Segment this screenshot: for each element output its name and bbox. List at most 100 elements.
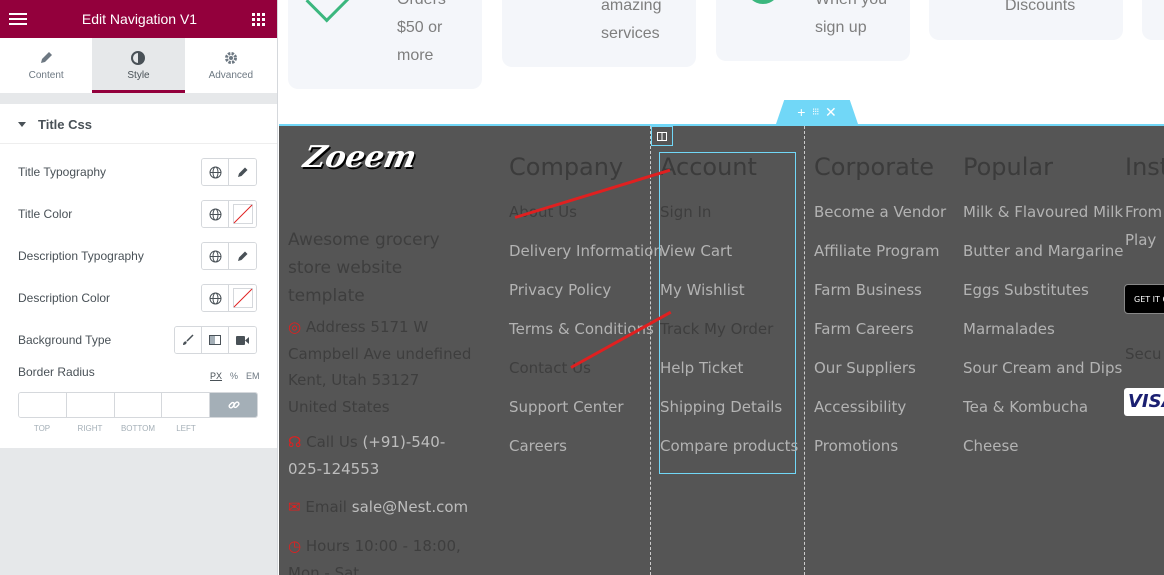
row-label: Title Typography [18,165,107,179]
border-radius-inputs [18,392,258,418]
footer-column-company: Company About Us Delivery Information Pr… [509,152,663,475]
footer-link[interactable]: Farm Careers [814,319,946,358]
footer-link[interactable]: About Us [509,202,663,241]
feature-card: Orders $50 or more [288,0,482,89]
globe-icon[interactable] [202,243,229,269]
video-icon[interactable] [229,327,256,353]
footer-link[interactable]: Track My Order [660,319,798,358]
footer-column-popular: Popular Milk & Flavoured Milk Butter and… [963,152,1124,475]
footer-link[interactable]: View Cart [660,241,798,280]
tab-advanced-label: Advanced [208,69,254,81]
footer-link[interactable]: Help Ticket [660,358,798,397]
footer-link[interactable]: Sign In [660,202,798,241]
footer-phone: ☊ Call Us (+91)-540-025-124553 [288,429,473,482]
feature-card: amazing services [502,0,696,67]
footer-link[interactable]: Sour Cream and Dips [963,358,1124,397]
column-title: Corporate [814,153,934,181]
field-label-right: RIGHT [77,424,103,433]
row-label: Background Type [18,333,112,347]
widgets-grid-icon[interactable] [252,12,265,26]
footer-link[interactable]: Shipping Details [660,397,798,436]
footer-link[interactable]: Farm Business [814,280,946,319]
description-typography-row: Description Typography [18,242,257,270]
radius-bottom-input[interactable] [114,393,163,417]
footer-column-install: Inst From Play [1125,152,1164,269]
link-values-button[interactable] [210,393,257,417]
description-color-row: Description Color [18,284,257,312]
footer-logo[interactable]: Zoeem [300,140,419,175]
edit-pencil-icon[interactable] [229,243,256,269]
column-title: Inst [1125,153,1164,181]
field-label-bottom: BOTTOM [120,424,156,433]
card-text: Discounts [1005,0,1076,14]
color-picker-empty[interactable] [229,201,256,227]
check-icon [305,0,357,23]
globe-icon[interactable] [202,159,229,185]
footer-link[interactable]: Delivery Information [509,241,663,280]
radius-right-input[interactable] [66,393,115,417]
footer-link[interactable]: My Wishlist [660,280,798,319]
background-type-row: Background Type [18,326,257,354]
badge-text: GET IT ON Go [1134,294,1164,304]
editor-panel: Edit Navigation V1 Content Style Advance… [0,0,278,575]
footer-link[interactable]: Marmalades [963,319,1124,358]
unit-em[interactable]: EM [246,371,260,381]
column-edit-icon[interactable] [651,126,673,146]
row-label: Title Color [18,207,73,221]
globe-icon[interactable] [202,201,229,227]
title-color-row: Title Color [18,200,257,228]
footer-link[interactable]: Terms & Conditions [509,319,663,358]
section-title-css[interactable]: Title Css [0,106,277,144]
footer-link[interactable]: Affiliate Program [814,241,946,280]
footer-link[interactable]: Eggs Substitutes [963,280,1124,319]
footer-link[interactable]: Butter and Margarine [963,241,1124,280]
unit-px[interactable]: PX [210,371,222,381]
hours-label: Hours [305,537,350,555]
footer-link[interactable]: Privacy Policy [509,280,663,319]
call-label: Call Us [306,433,358,451]
footer-email: ✉ Email sale@Nest.com [288,494,473,521]
border-radius-field-labels: TOP RIGHT BOTTOM LEFT [18,424,210,433]
visa-badge: VISA [1124,388,1164,416]
radius-top-input[interactable] [19,393,67,417]
globe-icon[interactable] [202,285,229,311]
column-title: Popular [963,153,1053,181]
brush-icon[interactable] [175,327,202,353]
footer-link[interactable]: Contact Us [509,358,663,397]
footer-link[interactable]: Milk & Flavoured Milk [963,202,1124,241]
close-icon[interactable]: ✕ [825,104,837,121]
footer-link[interactable]: Careers [509,436,663,475]
email-label: Email [305,498,347,516]
column-title: Account [660,153,757,181]
edit-pencil-icon[interactable] [229,159,256,185]
footer-link[interactable]: Support Center [509,397,663,436]
footer-link[interactable]: Tea & Kombucha [963,397,1124,436]
footer-link[interactable]: Accessibility [814,397,946,436]
footer-link[interactable]: Our Suppliers [814,358,946,397]
drag-icon[interactable]: ⁝⁝⁝ [812,107,819,118]
gradient-icon[interactable] [202,327,229,353]
field-label-left: LEFT [176,424,196,433]
footer-link[interactable]: Promotions [814,436,946,475]
tab-style[interactable]: Style [92,38,185,93]
menu-icon[interactable] [9,13,27,25]
radius-left-input[interactable] [162,393,211,417]
plus-icon[interactable]: + [797,104,805,120]
card-text: When you sign up [815,0,887,36]
section-handle: + ⁝⁝⁝ ✕ [776,100,858,124]
footer-link[interactable]: Compare products [660,436,798,475]
footer-column-account: Account Sign In View Cart My Wishlist Tr… [660,152,798,475]
border-radius-label: Border Radius [18,365,95,379]
footer-text: Play [1125,231,1157,249]
tab-style-label: Style [127,69,150,81]
tab-content[interactable]: Content [0,38,92,93]
column-divider [804,126,805,575]
google-play-badge[interactable]: GET IT ON Go [1124,284,1164,314]
tab-advanced[interactable]: Advanced [185,38,277,93]
color-picker-empty[interactable] [229,285,256,311]
footer-hours: ◷ Hours 10:00 - 18:00, Mon - Sat [288,533,473,575]
preview-canvas: Orders $50 or more amazing services When… [279,0,1164,575]
footer-link[interactable]: Cheese [963,436,1124,475]
unit-percent[interactable]: % [230,371,238,381]
footer-link[interactable]: Become a Vendor [814,202,946,241]
